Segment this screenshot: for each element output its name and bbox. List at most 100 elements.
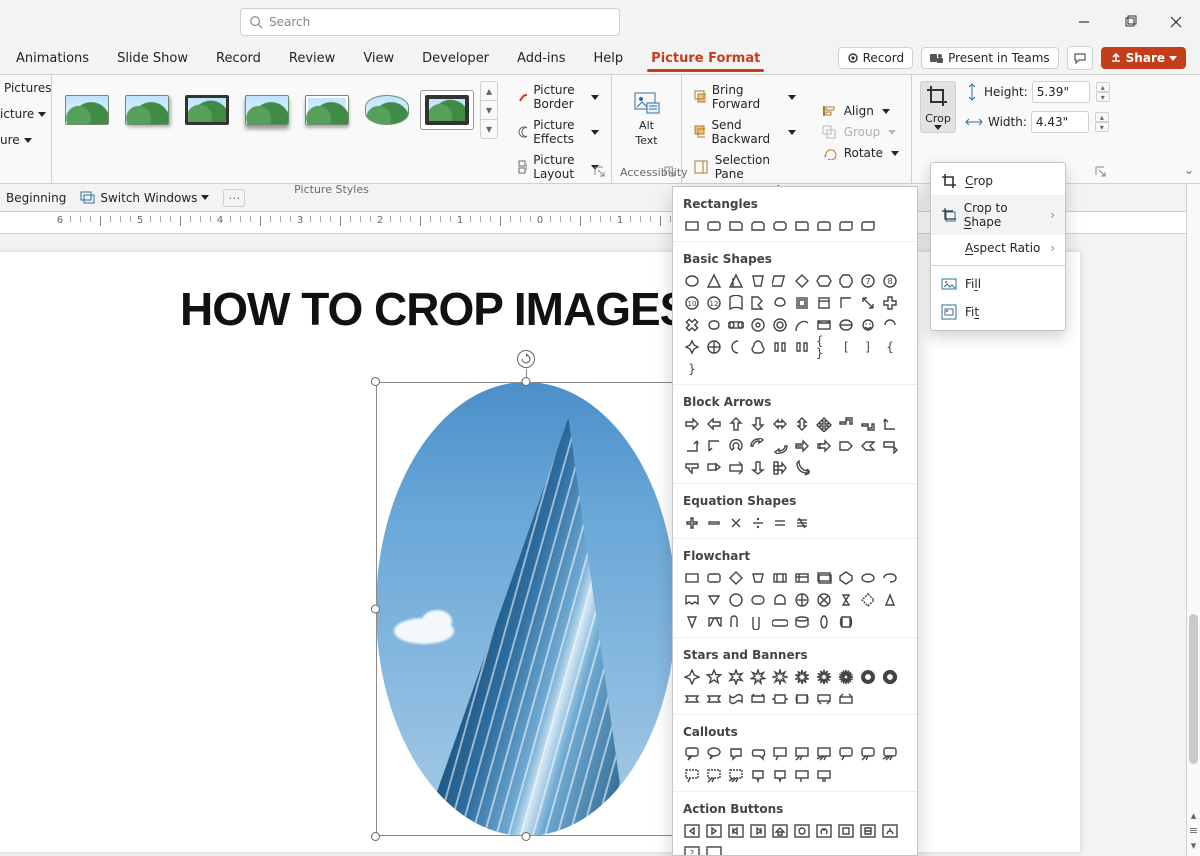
shape-rect[interactable] <box>683 217 701 235</box>
gallery-expand-icon[interactable]: ▾ <box>481 120 497 138</box>
shape-call4[interactable] <box>771 745 789 763</box>
shape-arrow0[interactable] <box>683 415 701 433</box>
shape-flow14[interactable] <box>771 591 789 609</box>
gallery-up-icon[interactable]: ▴ <box>481 82 497 101</box>
shape-call13[interactable] <box>749 767 767 785</box>
shape-call7[interactable] <box>837 745 855 763</box>
shape-flow7[interactable] <box>837 569 855 587</box>
shape-flow12[interactable] <box>727 591 745 609</box>
shape-flow5[interactable] <box>793 569 811 587</box>
shape-star1[interactable] <box>705 668 723 686</box>
shape-action11[interactable] <box>705 844 723 856</box>
shape-basic5[interactable] <box>793 272 811 290</box>
shape-basic25[interactable] <box>793 316 811 334</box>
shape-arrow2[interactable] <box>727 415 745 433</box>
style-thumb[interactable] <box>60 90 114 130</box>
align-button[interactable]: Align <box>818 102 903 120</box>
shape-action5[interactable] <box>793 822 811 840</box>
shape-arrow21[interactable] <box>705 459 723 477</box>
shape-basic29[interactable] <box>881 316 899 334</box>
shape-star11[interactable] <box>705 690 723 708</box>
shape-basic10[interactable]: 10 <box>683 294 701 312</box>
shape-basic34[interactable] <box>771 338 789 356</box>
shape-eq2[interactable] <box>727 514 745 532</box>
tab-help[interactable]: Help <box>584 47 634 74</box>
shape-call3[interactable] <box>749 745 767 763</box>
shape-arrow15[interactable] <box>793 437 811 455</box>
shape-flow11[interactable] <box>705 591 723 609</box>
shape-flow6[interactable] <box>815 569 833 587</box>
qat-beginning[interactable]: Beginning <box>6 191 66 205</box>
shape-snip1[interactable] <box>727 217 745 235</box>
shape-star15[interactable] <box>793 690 811 708</box>
shape-round2[interactable] <box>815 217 833 235</box>
shape-flow13[interactable] <box>749 591 767 609</box>
rotate-button[interactable]: Rotate <box>818 144 903 162</box>
shape-basic17[interactable] <box>837 294 855 312</box>
shape-arrow7[interactable] <box>837 415 855 433</box>
shape-arrow8[interactable] <box>859 415 877 433</box>
shape-star4[interactable] <box>771 668 789 686</box>
shape-basic16[interactable] <box>815 294 833 312</box>
shape-basic23[interactable] <box>749 316 767 334</box>
shape-arrow5[interactable] <box>793 415 811 433</box>
shape-roundd[interactable] <box>859 217 877 235</box>
shape-call11[interactable] <box>705 767 723 785</box>
shape-star0[interactable] <box>683 668 701 686</box>
shape-call9[interactable] <box>881 745 899 763</box>
style-thumb-selected[interactable] <box>420 90 474 130</box>
shape-star14[interactable] <box>771 690 789 708</box>
shape-flow23[interactable] <box>749 613 767 631</box>
shape-basic6[interactable] <box>815 272 833 290</box>
shape-call10[interactable] <box>683 767 701 785</box>
shape-eq4[interactable] <box>771 514 789 532</box>
height-spin[interactable]: ▴▾ <box>1096 82 1110 102</box>
shape-basic35[interactable] <box>793 338 811 356</box>
shape-flow21[interactable] <box>705 613 723 631</box>
shape-star2[interactable] <box>727 668 745 686</box>
shape-round1[interactable] <box>793 217 811 235</box>
shape-basic15[interactable] <box>793 294 811 312</box>
shape-arrow17[interactable] <box>837 437 855 455</box>
shape-arrow12[interactable] <box>727 437 745 455</box>
resize-handle[interactable] <box>371 605 380 614</box>
stub-pictures[interactable]: Pictures <box>4 81 52 95</box>
shape-basic1[interactable] <box>705 272 723 290</box>
shape-basic26[interactable] <box>815 316 833 334</box>
shape-flow26[interactable] <box>815 613 833 631</box>
shape-action6[interactable] <box>815 822 833 840</box>
shape-basic2[interactable] <box>727 272 745 290</box>
shape-arrow20[interactable] <box>683 459 701 477</box>
shape-star16[interactable] <box>815 690 833 708</box>
alt-text-button[interactable]: Alt Text <box>629 89 665 149</box>
shape-eq5[interactable] <box>793 514 811 532</box>
shape-arrow19[interactable] <box>881 437 899 455</box>
shape-action3[interactable] <box>749 822 767 840</box>
shape-arrow16[interactable] <box>815 437 833 455</box>
style-thumb[interactable] <box>240 90 294 130</box>
tab-picture-format[interactable]: Picture Format <box>641 47 770 74</box>
shape-call14[interactable] <box>771 767 789 785</box>
shape-call15[interactable] <box>793 767 811 785</box>
tab-animations[interactable]: Animations <box>6 47 99 74</box>
shape-eq1[interactable] <box>705 514 723 532</box>
shape-star8[interactable] <box>859 668 877 686</box>
shape-arrow25[interactable] <box>793 459 811 477</box>
shape-basic12[interactable] <box>727 294 745 312</box>
shape-flow24[interactable] <box>771 613 789 631</box>
shape-flow8[interactable] <box>859 569 877 587</box>
shape-flow9[interactable] <box>881 569 899 587</box>
stub-ure[interactable]: ure <box>0 133 20 147</box>
gallery-more[interactable]: ▴ ▾ ▾ <box>480 81 498 139</box>
vertical-scrollbar[interactable]: ▴ ≡ ▾ <box>1186 184 1200 856</box>
shape-basic13[interactable] <box>749 294 767 312</box>
shape-action9[interactable] <box>881 822 899 840</box>
shape-arrow9[interactable] <box>881 415 899 433</box>
width-input[interactable]: 4.43" <box>1031 111 1089 133</box>
shape-flow3[interactable] <box>749 569 767 587</box>
resize-handle[interactable] <box>522 377 531 386</box>
shape-arrow4[interactable] <box>771 415 789 433</box>
shape-basic8[interactable]: 7 <box>859 272 877 290</box>
shape-brace2[interactable]: ] <box>859 338 877 356</box>
shape-eq0[interactable] <box>683 514 701 532</box>
